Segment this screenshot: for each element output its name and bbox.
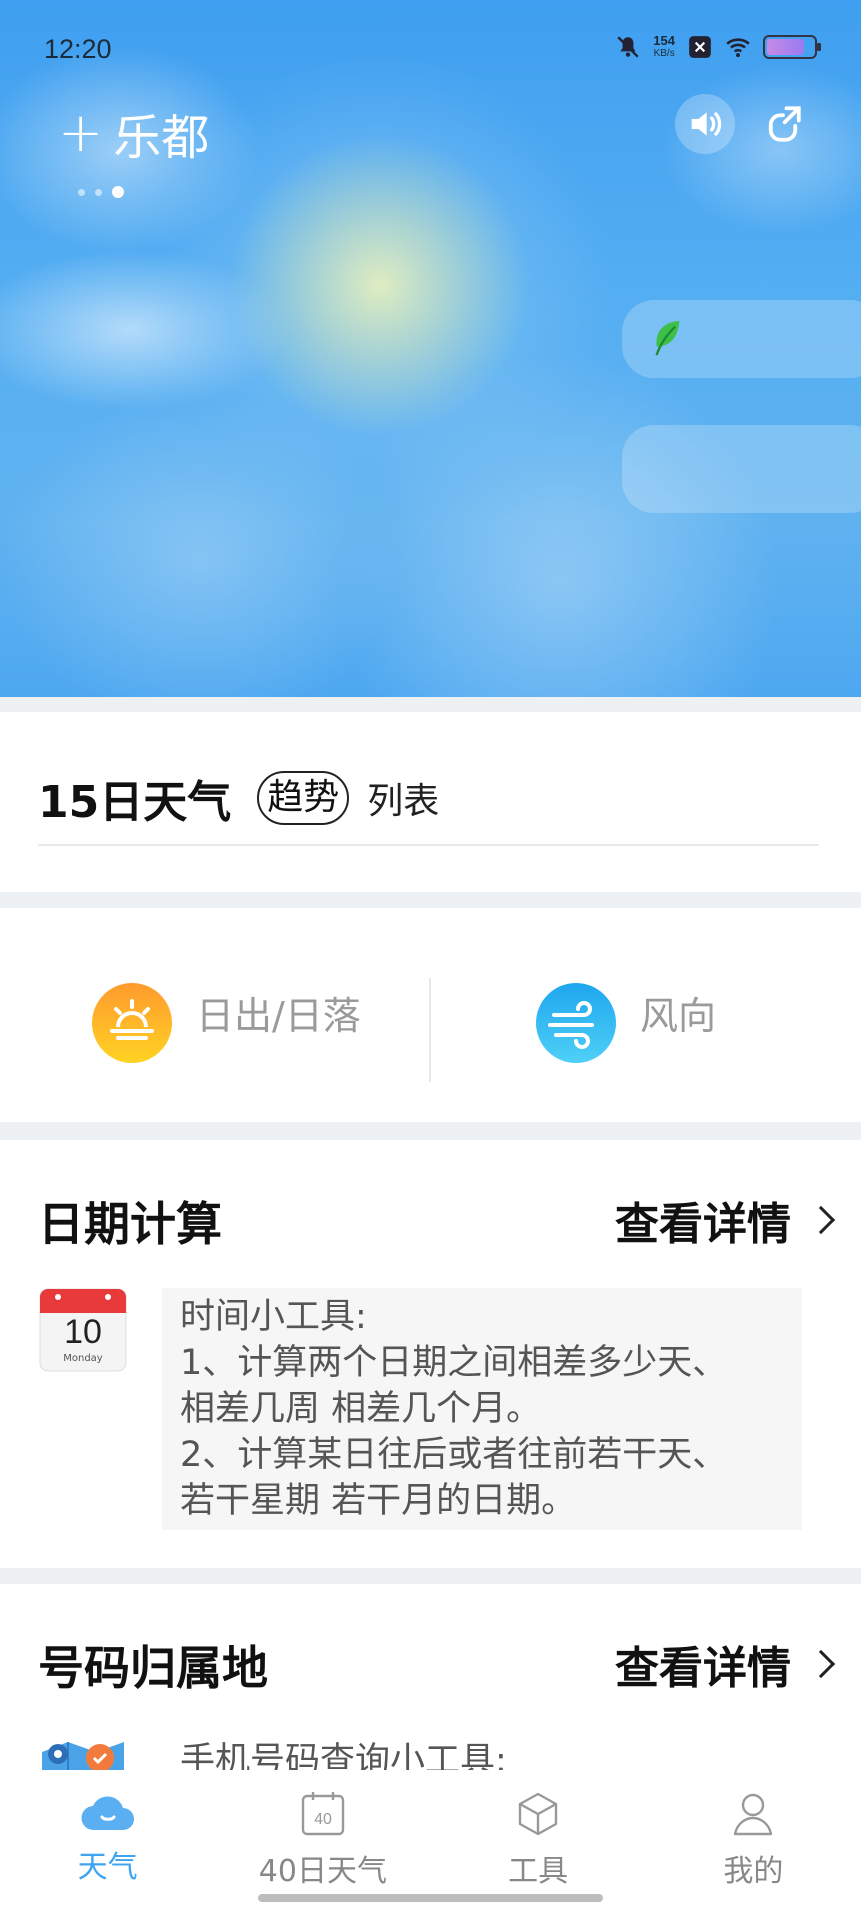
app-notification-icon <box>689 36 711 58</box>
wind-direction-item[interactable]: 风向 <box>536 983 716 1063</box>
wifi-icon <box>726 38 750 58</box>
date-calculator-more-link[interactable]: 查看详情 <box>615 1188 836 1252</box>
calendar-day: 10 <box>64 1313 102 1351</box>
status-icons: 154 KB/s <box>615 34 821 60</box>
page-dot <box>78 188 85 196</box>
nav-40-day-label: 40日天气 <box>258 1854 387 1889</box>
more-label: 查看详情 <box>615 1199 791 1250</box>
desc-line: 2、计算某日往后或者往前若干天、 <box>180 1435 728 1475</box>
nav-mine[interactable]: 我的 <box>646 1770 861 1920</box>
person-icon <box>734 1793 773 1836</box>
desc-line: 1、计算两个日期之间相差多少天、 <box>180 1343 728 1383</box>
sunrise-sunset-label: 日出/日落 <box>196 994 361 1038</box>
page-indicator <box>78 186 124 198</box>
wind-icon <box>536 983 616 1063</box>
voice-broadcast-button[interactable] <box>675 94 735 154</box>
desc-line: 相差几周 相差几个月。 <box>180 1389 542 1429</box>
sunrise-icon <box>92 983 172 1063</box>
divider <box>429 978 431 1082</box>
speaker-icon <box>691 112 722 136</box>
mute-bell-icon <box>617 36 639 58</box>
nav-tools-label: 工具 <box>508 1854 569 1889</box>
cloud-icon <box>81 1796 134 1831</box>
page-dot <box>95 188 102 196</box>
date-calculator-title: 日期计算 <box>38 1197 222 1251</box>
nav-weather[interactable]: 天气 <box>0 1770 215 1920</box>
weather-hero: 12:20 154 KB/s + 乐都 <box>0 0 861 697</box>
date-calculator-card[interactable]: 日期计算 查看详情 10 Monday 时间小工具: 1、计算两个日期之间相差多… <box>0 1140 861 1568</box>
weather-info-pill[interactable] <box>622 425 861 513</box>
date-calculator-description: 时间小工具: 1、计算两个日期之间相差多少天、 相差几周 相差几个月。 2、计算… <box>162 1288 802 1530</box>
status-time: 12:20 <box>44 34 112 64</box>
divider <box>38 844 819 846</box>
sunrise-sunset-item[interactable]: 日出/日落 <box>92 983 361 1063</box>
desc-line: 时间小工具: <box>180 1297 367 1337</box>
tab-list[interactable]: 列表 <box>367 772 439 824</box>
calendar-40-icon: 40 <box>301 1792 345 1836</box>
status-bar: 12:20 154 KB/s <box>44 30 821 70</box>
calendar-icon: 10 Monday <box>38 1285 128 1375</box>
sun-wind-card: 日出/日落 风向 <box>0 908 861 1122</box>
home-indicator[interactable] <box>258 1894 603 1902</box>
battery-icon <box>763 35 821 59</box>
chevron-right-icon <box>806 1649 836 1679</box>
chevron-right-icon <box>806 1205 836 1235</box>
nav-weather-label: 天气 <box>77 1850 138 1885</box>
phone-lookup-more-link[interactable]: 查看详情 <box>615 1632 836 1696</box>
net-speed: 154 KB/s <box>653 34 675 60</box>
nav-mine-label: 我的 <box>723 1854 784 1889</box>
box-icon <box>518 1792 558 1836</box>
city-name: 乐都 <box>113 110 210 166</box>
add-city-icon[interactable]: + <box>58 106 103 160</box>
share-button[interactable] <box>753 94 813 154</box>
air-quality-pill[interactable] <box>622 300 861 378</box>
share-icon <box>768 106 801 142</box>
net-speed-value: 154 <box>653 33 675 48</box>
forecast-title: 15日天气 <box>38 777 232 828</box>
city-selector[interactable]: + 乐都 <box>58 98 209 168</box>
forecast-header: 15日天气 趋势 列表 <box>38 766 439 830</box>
page-dot-active <box>112 186 124 198</box>
tab-trend[interactable]: 趋势 <box>257 771 350 825</box>
calendar-weekday: Monday <box>63 1353 103 1364</box>
leaf-icon <box>655 320 680 356</box>
forecast-card: 15日天气 趋势 列表 <box>0 712 861 892</box>
desc-line: 若干星期 若干月的日期。 <box>180 1481 577 1521</box>
more-label: 查看详情 <box>615 1643 791 1694</box>
phone-lookup-title: 号码归属地 <box>38 1641 268 1695</box>
wind-direction-label: 风向 <box>640 994 717 1038</box>
calendar-40-badge: 40 <box>314 1811 332 1828</box>
net-speed-unit: KB/s <box>653 48 675 59</box>
